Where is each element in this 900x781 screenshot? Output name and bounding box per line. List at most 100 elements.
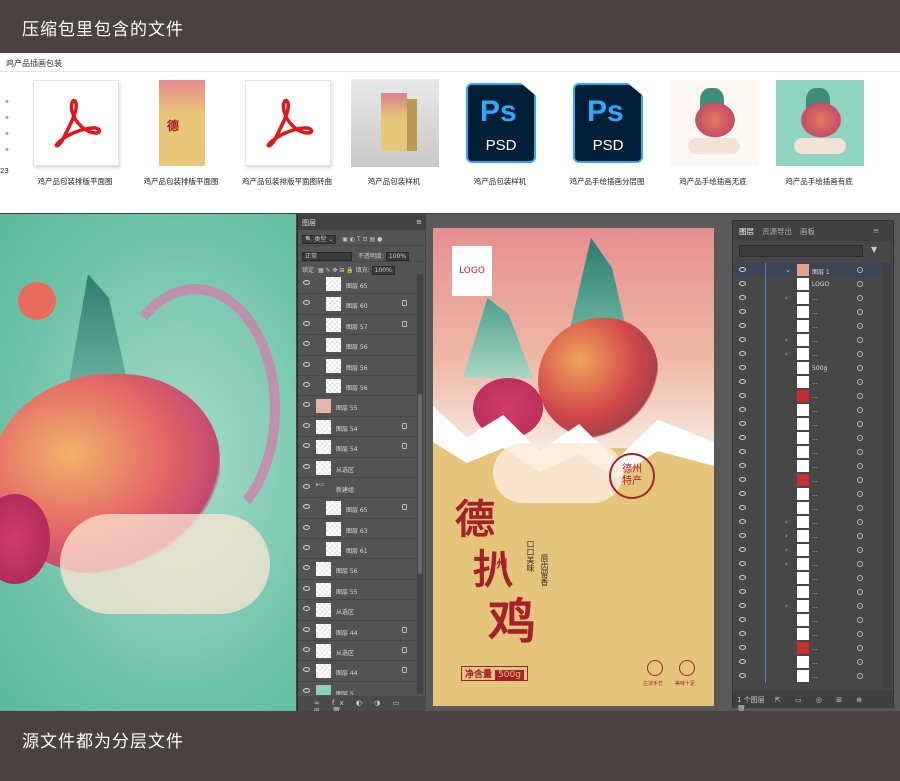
filter-icons[interactable]: ▣ ◐ T ⊡ ▤ ● xyxy=(342,236,382,243)
layer-name[interactable]: ... xyxy=(812,519,818,526)
target-circle-icon[interactable] xyxy=(857,505,863,511)
layer-row[interactable]: ... xyxy=(733,473,883,487)
layer-name[interactable]: 图层 44 xyxy=(336,668,358,677)
visibility-eye-icon[interactable] xyxy=(739,393,746,398)
expand-arrow-icon[interactable]: › xyxy=(785,294,788,302)
filter-kind-select[interactable]: 🔍 类型 ⌄ xyxy=(302,235,337,244)
target-circle-icon[interactable] xyxy=(857,393,863,399)
layer-name[interactable]: 图层 63 xyxy=(346,526,368,535)
layer-name[interactable]: 图层 56 xyxy=(336,566,358,575)
layer-row[interactable]: ... xyxy=(733,627,883,641)
layer-row[interactable]: ›... xyxy=(733,515,883,529)
target-circle-icon[interactable] xyxy=(857,617,863,623)
visibility-eye-icon[interactable] xyxy=(303,300,310,306)
file-thumbnail[interactable] xyxy=(244,79,332,167)
visibility-eye-icon[interactable] xyxy=(303,606,310,612)
visibility-eye-icon[interactable] xyxy=(303,687,310,693)
panel-tab[interactable]: 资源导出 xyxy=(762,227,792,236)
target-circle-icon[interactable] xyxy=(857,281,863,287)
layer-row[interactable]: 图层 55 xyxy=(298,396,416,417)
file-thumbnail[interactable] xyxy=(32,79,120,167)
target-circle-icon[interactable] xyxy=(857,295,863,301)
layer-name[interactable]: ... xyxy=(812,659,818,666)
visibility-eye-icon[interactable] xyxy=(739,673,746,678)
layer-row[interactable]: 图层 54 xyxy=(298,417,416,438)
target-circle-icon[interactable] xyxy=(857,435,863,441)
layer-name[interactable]: 图层 57 xyxy=(346,322,368,331)
panel-menu-icon[interactable]: ≡ xyxy=(416,218,422,226)
layer-name[interactable]: ... xyxy=(812,449,818,456)
file-thumbnail[interactable]: Ps PSD xyxy=(564,79,652,167)
layer-row[interactable]: ... xyxy=(733,459,883,473)
file-name[interactable]: 鸡产品包装排版平面图 xyxy=(121,176,241,187)
layer-row[interactable]: 图层 56 xyxy=(298,559,416,580)
layer-row[interactable]: ... xyxy=(733,431,883,445)
layer-name[interactable]: ... xyxy=(812,295,818,302)
file-item[interactable]: 鸡产品包装排版平面图转曲 xyxy=(237,79,337,187)
layer-row[interactable]: 图层 61 xyxy=(298,539,416,560)
layer-name[interactable]: 图层 55 xyxy=(336,403,358,412)
layer-name[interactable]: 从选区 xyxy=(336,607,354,616)
layer-name[interactable]: 图层 60 xyxy=(346,301,368,310)
layer-search-input[interactable] xyxy=(739,245,863,257)
target-circle-icon[interactable] xyxy=(857,491,863,497)
file-thumbnail[interactable] xyxy=(776,79,864,167)
layer-name[interactable]: ... xyxy=(812,491,818,498)
target-circle-icon[interactable] xyxy=(857,449,863,455)
visibility-eye-icon[interactable] xyxy=(303,626,310,632)
expand-arrow-icon[interactable]: › xyxy=(785,602,788,610)
opacity-input[interactable]: 100% xyxy=(385,252,410,261)
layer-row[interactable]: ... xyxy=(733,501,883,515)
layers-footer-icons[interactable]: ∞ fx ◐ ◑ ▭ ⊞ 🗑 xyxy=(298,696,426,715)
layer-name[interactable]: ... xyxy=(812,603,818,610)
package-artboard[interactable]: LOGO 德州 特产 德 州 扒 鸡 口口美味 唇齿留香 净含量 500g 古法手… xyxy=(433,228,714,706)
target-circle-icon[interactable] xyxy=(857,477,863,483)
panel-tab[interactable]: 图层 xyxy=(739,227,754,236)
visibility-eye-icon[interactable] xyxy=(739,463,746,468)
expand-arrow-icon[interactable]: › xyxy=(785,532,788,540)
visibility-eye-icon[interactable] xyxy=(739,589,746,594)
layer-name[interactable]: 图层 65 xyxy=(346,505,368,514)
layer-row[interactable]: ⌄ 图层 1 xyxy=(733,263,883,277)
visibility-eye-icon[interactable] xyxy=(303,483,310,489)
layer-row[interactable]: 图层 65 xyxy=(298,498,416,519)
layer-row[interactable]: 500g xyxy=(733,361,883,375)
target-circle-icon[interactable] xyxy=(857,589,863,595)
target-circle-icon[interactable] xyxy=(857,379,863,385)
target-circle-icon[interactable] xyxy=(857,309,863,315)
layer-name[interactable]: 500g xyxy=(812,365,827,372)
layer-name[interactable]: ... xyxy=(812,435,818,442)
visibility-eye-icon[interactable] xyxy=(303,341,310,347)
visibility-eye-icon[interactable] xyxy=(739,281,746,286)
layer-name[interactable]: ... xyxy=(812,463,818,470)
target-circle-icon[interactable] xyxy=(857,337,863,343)
visibility-eye-icon[interactable] xyxy=(739,561,746,566)
layer-name[interactable]: 图层 54 xyxy=(336,444,358,453)
visibility-eye-icon[interactable] xyxy=(739,365,746,370)
layer-row[interactable]: ›... xyxy=(733,543,883,557)
target-circle-icon[interactable] xyxy=(857,365,863,371)
folder-path[interactable]: 鸡产品插画包装 xyxy=(6,58,62,69)
file-thumbnail[interactable] xyxy=(351,79,439,167)
layer-name[interactable]: ... xyxy=(812,309,818,316)
layer-row[interactable]: 图层 44 xyxy=(298,621,416,642)
layer-name[interactable]: ... xyxy=(812,547,818,554)
file-name[interactable]: 鸡产品包装排版平面图 xyxy=(15,176,135,187)
target-circle-icon[interactable] xyxy=(857,421,863,427)
visibility-eye-icon[interactable] xyxy=(303,381,310,387)
layer-name[interactable]: ... xyxy=(812,337,818,344)
visibility-eye-icon[interactable] xyxy=(303,504,310,510)
layer-name[interactable]: ... xyxy=(812,617,818,624)
layer-row[interactable]: ›... xyxy=(733,333,883,347)
target-circle-icon[interactable] xyxy=(857,533,863,539)
visibility-eye-icon[interactable] xyxy=(739,519,746,524)
pin-icon[interactable]: ✦ xyxy=(4,115,10,122)
expand-arrow-icon[interactable]: › xyxy=(785,336,788,344)
layer-name[interactable]: ... xyxy=(812,407,818,414)
layer-name[interactable]: ... xyxy=(812,673,818,680)
layer-row[interactable]: 图层 44 xyxy=(298,661,416,682)
layer-name[interactable]: 新建组 xyxy=(336,485,354,494)
lock-icons[interactable]: ▦ ✎ ✥ ⊞ 🔒 xyxy=(318,267,356,274)
layer-row[interactable]: 从选区 xyxy=(298,600,416,621)
panel-tab[interactable]: 画板 xyxy=(800,227,815,236)
